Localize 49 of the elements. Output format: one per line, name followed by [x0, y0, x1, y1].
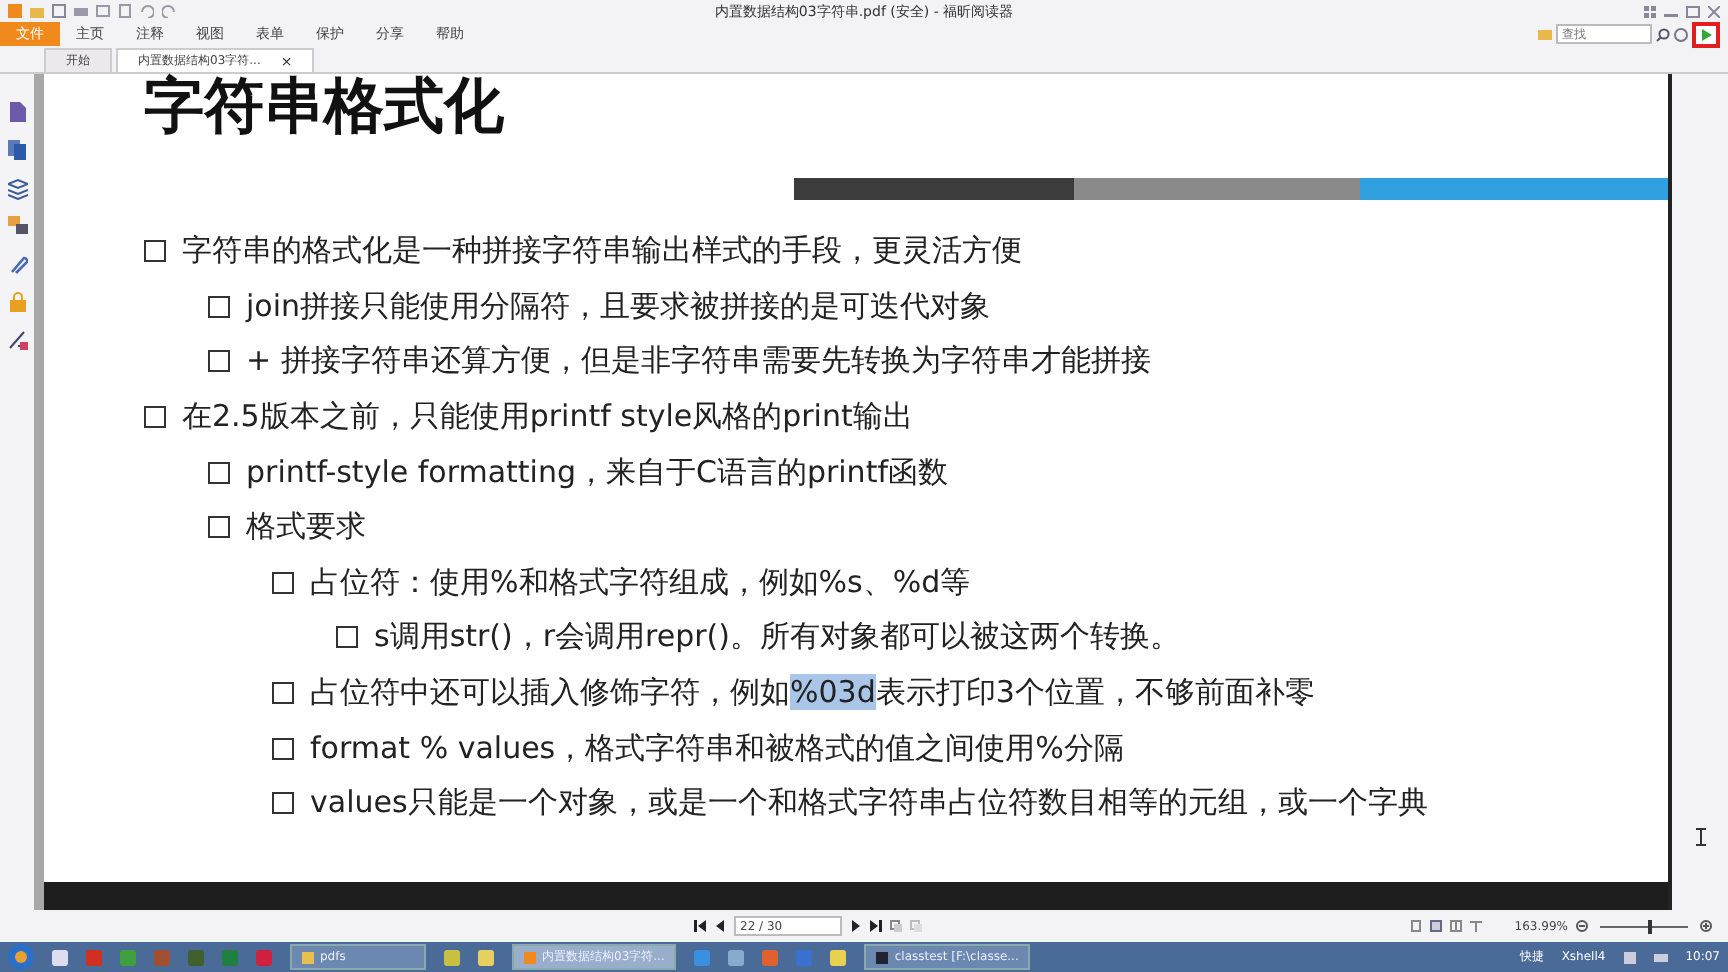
bullet-text: 格式要求 — [246, 508, 366, 547]
pages-icon[interactable] — [7, 140, 27, 162]
presentation-icon[interactable] — [1692, 21, 1720, 47]
bullet-text: 字符串的格式化是一种拼接字符串输出样式的手段，更灵活方便 — [182, 232, 1022, 271]
grid-icon[interactable] — [1644, 5, 1656, 17]
bullet-square-icon — [208, 516, 230, 539]
slide-title: 字符串格式化 — [144, 74, 506, 146]
app-icon[interactable] — [694, 949, 711, 966]
zoom-out-icon[interactable] — [1576, 920, 1588, 933]
bullet-square-icon — [208, 461, 230, 484]
bullet-square-icon — [272, 737, 294, 760]
bullet-square-icon — [336, 626, 358, 649]
bullet-square-icon — [144, 240, 166, 263]
bullet-text: 占位符中还可以插入修饰字符，例如%03d表示打印3个位置，不够前面补零 — [310, 674, 1315, 713]
bullet-square-icon — [272, 571, 294, 594]
bullet-text: values只能是一个对象，或是一个和格式字符串占位符数目相等的元组，或一个字典 — [310, 784, 1428, 823]
bullet-square-icon — [272, 682, 294, 705]
app-logo-icon — [524, 951, 536, 964]
bullet-text: + 拼接字符串还算方便，但是非字符串需要先转换为字符串才能拼接 — [246, 342, 1151, 381]
page-icon[interactable] — [7, 102, 27, 124]
next-page-icon[interactable] — [850, 920, 862, 933]
bullet-square-icon — [272, 792, 294, 815]
undo-icon[interactable] — [140, 4, 154, 18]
text-cursor-icon — [1695, 828, 1705, 847]
last-page-icon[interactable] — [870, 920, 882, 933]
layers-icon[interactable] — [7, 178, 27, 200]
start-button-icon[interactable] — [8, 944, 34, 971]
bullet-text: 在2.5版本之前，只能使用printf style风格的print输出 — [182, 398, 913, 437]
single-page-icon[interactable] — [1410, 920, 1423, 933]
maximize-icon[interactable] — [1686, 5, 1700, 17]
lock-icon[interactable] — [7, 292, 27, 314]
bullet-text: printf-style formatting，来自于C语言的printf函数 — [246, 453, 948, 492]
bullet-square-icon — [208, 295, 230, 318]
bullet-text: join拼接只能使用分隔符，且要求被拼接的是可迭代对象 — [246, 287, 991, 326]
facing-pages-icon[interactable] — [1450, 920, 1463, 933]
bullet-text: format % values，格式字符串和被格式的值之间使用%分隔 — [310, 729, 1124, 768]
previous-page-icon[interactable] — [714, 920, 726, 933]
zoom-slider-thumb[interactable] — [1648, 919, 1653, 934]
paperclip-icon[interactable] — [7, 254, 27, 276]
zoom-in-icon[interactable] — [1700, 920, 1712, 933]
bullet-square-icon — [144, 406, 166, 429]
first-page-icon[interactable] — [694, 920, 706, 933]
bullet-text: 占位符：使用%和格式字符组成，例如%s、%d等 — [310, 563, 971, 602]
close-icon[interactable] — [1708, 5, 1720, 17]
bullet-text: s调用str()，r会调用repr()。所有对象都可以被这两个转换。 — [374, 618, 1181, 657]
bullet-square-icon — [208, 350, 230, 373]
redo-icon[interactable] — [162, 4, 176, 18]
app-icon[interactable] — [444, 949, 460, 966]
search-icon[interactable] — [1656, 27, 1670, 41]
